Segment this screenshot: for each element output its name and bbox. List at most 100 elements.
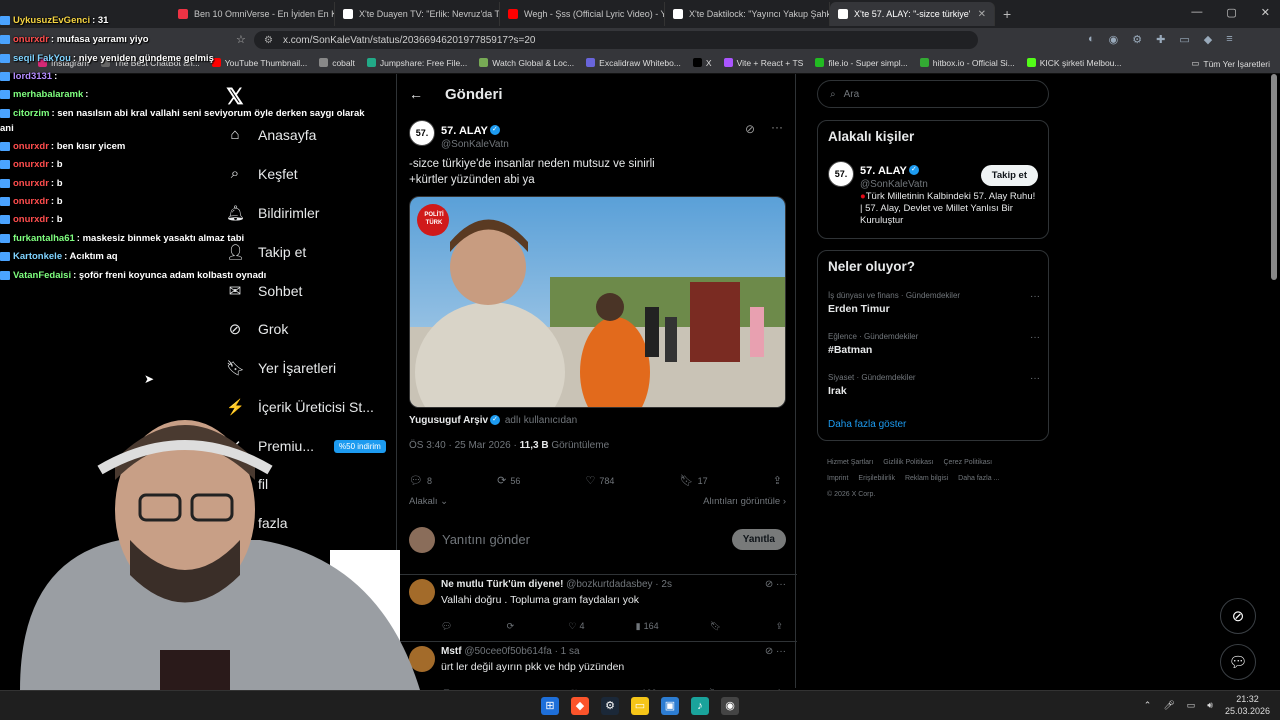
bookmark-action[interactable]: 🔖︎ 17 xyxy=(680,474,708,487)
maximize-icon[interactable]: ▢ xyxy=(1226,6,1236,19)
trend-more-icon[interactable]: ··· xyxy=(1030,332,1040,343)
trend-item[interactable]: İş dünyası ve finans · Gündemdekiler Erde… xyxy=(828,291,1040,315)
clock[interactable]: 21:32 25.03.2026 xyxy=(1225,693,1270,717)
trend-more-icon[interactable]: ··· xyxy=(1030,291,1040,302)
network-icon[interactable]: ▭ xyxy=(1187,700,1196,711)
trend-more-icon[interactable]: ··· xyxy=(1030,373,1040,384)
reply-more-icon[interactable]: ⊘ ··· xyxy=(765,579,786,590)
new-tab-button[interactable]: + xyxy=(1003,6,1011,22)
bookmark-favicon-icon xyxy=(815,58,825,67)
like-action[interactable]: ♡ 784 xyxy=(586,474,615,487)
app-icon[interactable]: ♪ xyxy=(691,696,709,715)
reply-tweet[interactable]: Ne mutlu Türk'üm diyene! @bozkurtdadasbe… xyxy=(397,579,797,642)
chat-username: furkantalha61 xyxy=(13,233,75,244)
author-handle[interactable]: @SonKaleVatn xyxy=(441,139,509,150)
reply-more-icon[interactable]: ⊘ ··· xyxy=(765,646,786,657)
volume-icon[interactable]: 🔊︎ xyxy=(1207,700,1213,711)
obs-icon[interactable]: ◉ xyxy=(721,696,739,715)
views-icon: ▮ xyxy=(635,621,641,631)
author-avatar[interactable]: 57. xyxy=(409,120,435,146)
browser-tab[interactable]: X'te Daktilock: "Yayıncı Yakup Şahkulu xyxy=(665,2,830,26)
browser-tab[interactable]: X'te Duayen TV: "Erlik: Nevruz'da TÜS xyxy=(335,2,500,26)
close-tab-icon[interactable]: ✕ xyxy=(978,9,986,20)
footer-link[interactable]: Hizmet Şartları xyxy=(827,459,873,466)
like-count: 4 xyxy=(579,621,585,631)
footer-link[interactable]: Daha fazla ... xyxy=(958,475,999,482)
sidebar-icon[interactable]: ▭ xyxy=(1179,33,1189,46)
vpn-icon[interactable]: ◆ xyxy=(1204,33,1212,46)
page-scrollbar[interactable] xyxy=(1271,74,1277,280)
footer-link[interactable]: Erişilebilirlik xyxy=(858,475,895,482)
grok-icon[interactable]: ⊘ xyxy=(745,122,755,136)
bookmark-item[interactable]: Vite + React + TS xyxy=(723,58,803,68)
minimize-icon[interactable]: — xyxy=(1191,6,1202,19)
repost-action[interactable]: ⟳ xyxy=(507,621,518,632)
show-more-link[interactable]: Daha fazla göster xyxy=(828,419,906,430)
repost-action[interactable]: ⟳ 56 xyxy=(497,474,520,487)
footer-link[interactable]: Reklam bilgisi xyxy=(905,475,948,482)
more-options-icon[interactable]: ··· xyxy=(771,120,783,134)
bookmark-item[interactable]: cobalt xyxy=(319,58,355,68)
translate-icon[interactable]: ◐ xyxy=(1088,33,1095,46)
bookmark-item[interactable]: X xyxy=(692,58,712,68)
bookmark-item[interactable]: Jumpshare: Free File... xyxy=(366,58,467,68)
browser-tab[interactable]: X'te 57. ALAY: "-sizce türkiye' ✕ xyxy=(830,2,995,26)
related-handle[interactable]: @SonKaleVatn xyxy=(860,179,928,190)
bookmark-item[interactable]: file.io - Super simpl... xyxy=(815,58,908,68)
back-arrow-icon[interactable]: ← xyxy=(409,86,423,102)
close-window-icon[interactable]: ✕ xyxy=(1261,6,1270,19)
chevron-up-icon[interactable]: ⌃ xyxy=(1144,700,1152,711)
related-name[interactable]: 57. ALAY xyxy=(860,165,907,177)
puzzle-icon[interactable]: ✚ xyxy=(1156,33,1165,46)
menu-icon[interactable]: ≡ xyxy=(1226,33,1232,46)
settings-icon[interactable]: ⚙ xyxy=(1132,33,1142,46)
reply-button[interactable]: Yanıtla xyxy=(731,529,786,550)
post-video[interactable]: POLİTİ TÜRK xyxy=(409,196,786,408)
bookmark-item[interactable]: hitbox.io - Official Si... xyxy=(919,58,1015,68)
chat-username: VatanFedaisi xyxy=(13,270,72,281)
reply-handle[interactable]: @50cee0f50b614fa · 1 sa xyxy=(464,646,579,657)
post-text-line: -sizce türkiye'de insanlar neden mutsuz … xyxy=(409,158,655,170)
like-action[interactable]: ♡ 4 xyxy=(568,621,584,632)
footer-link[interactable]: Imprint xyxy=(827,475,848,482)
footer-link[interactable]: © 2026 X Corp. xyxy=(827,491,875,498)
bookmark-item[interactable]: Excalidraw Whitebo... xyxy=(586,58,681,68)
microphone-icon[interactable]: 🎤︎ xyxy=(1163,700,1174,711)
file-explorer-icon[interactable]: ▭ xyxy=(631,696,649,715)
all-bookmarks-button[interactable]: ▭ Tüm Yer İşaretleri xyxy=(1191,58,1270,69)
view-quotes-link[interactable]: Alıntıları görüntüle › xyxy=(703,496,786,507)
footer-link[interactable]: Çerez Politikası xyxy=(943,459,992,466)
media-icon[interactable]: ▣ xyxy=(661,696,679,715)
trend-item[interactable]: Eğlence · Gündemdekiler #Batman ··· xyxy=(828,332,1040,356)
follow-button[interactable]: Takip et xyxy=(980,165,1038,186)
steam-icon[interactable]: ⚙ xyxy=(601,696,619,715)
nav-item[interactable]: 🔖︎ Yer İşaretleri xyxy=(226,359,336,377)
reply-input[interactable]: Yanıtını gönder xyxy=(442,532,530,547)
system-tray: ⌃ 🎤︎ ▭ 🔊︎ 21:32 25.03.2026 xyxy=(1144,693,1270,717)
bookmark-label: Excalidraw Whitebo... xyxy=(599,57,681,68)
footer-link[interactable]: Gizlilik Politikası xyxy=(883,459,933,466)
author-name[interactable]: 57. ALAY xyxy=(441,125,488,137)
bookmark-item[interactable]: Watch Global & Loc... xyxy=(479,58,574,68)
reply-handle[interactable]: @bozkurtdadasbey · 2s xyxy=(566,579,672,590)
chat-username: onurxdr xyxy=(13,196,49,207)
extension-icon[interactable]: ◉ xyxy=(1109,33,1119,46)
trend-item[interactable]: Siyaset · Gündemdekiler Irak ··· xyxy=(828,373,1040,397)
share-action[interactable]: ⇪ xyxy=(773,474,786,487)
bookmark-item[interactable]: KICK şirketi Melbou... xyxy=(1026,58,1122,68)
share-action[interactable]: ⇪ xyxy=(775,621,786,632)
windows-start-icon[interactable]: ⊞ xyxy=(541,696,559,715)
address-field[interactable]: ⚙ x.com/SonKaleVatn/status/2036694620197… xyxy=(254,31,978,49)
messages-fab-icon[interactable]: 💬︎ xyxy=(1220,644,1256,680)
trend-category: İş dünyası ve finans · Gündemdekiler xyxy=(828,291,961,300)
reply-author-name[interactable]: Ne mutlu Türk'üm diyene! xyxy=(441,579,563,590)
search-input[interactable]: ⌕ Ara xyxy=(817,80,1049,108)
brave-browser-icon[interactable]: ◆ xyxy=(571,696,589,715)
related-avatar[interactable]: 57. xyxy=(828,161,854,187)
views-action[interactable]: ▮ 164 xyxy=(636,621,659,632)
chat-badge-icon xyxy=(0,71,10,81)
grok-fab-icon[interactable]: ⊘ xyxy=(1220,598,1256,634)
nav-item[interactable]: ⊘ Grok xyxy=(226,320,289,338)
bookmark-action[interactable]: 🔖︎ xyxy=(710,621,724,632)
browser-tab[interactable]: Wegh - Şss (Official Lyric Video) - You xyxy=(500,2,665,26)
